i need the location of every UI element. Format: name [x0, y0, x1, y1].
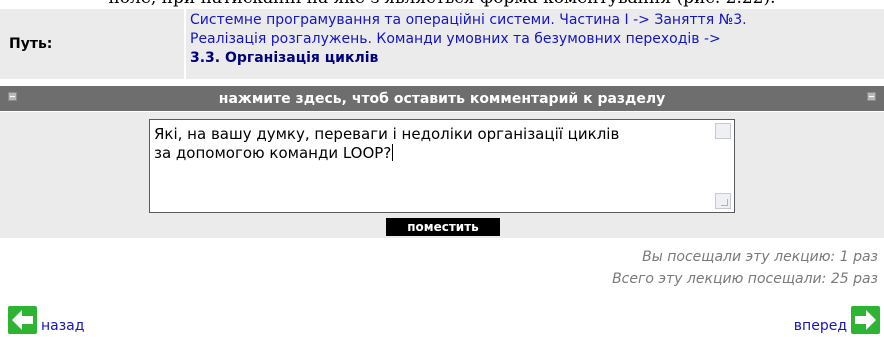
breadcrumb-current-section: 3.3. Організація циклів: [190, 50, 379, 66]
forward-label[interactable]: вперед: [794, 318, 847, 334]
scrollbar-up-button[interactable]: [715, 123, 731, 139]
visit-count-total: Всего эту лекцию посещали: 25 раз: [612, 271, 878, 287]
visit-stats: Вы посещали эту лекцию: 1 раз Всего эту …: [612, 246, 878, 290]
breadcrumb-lesson-link[interactable]: Реалізація розгалужень. Команди умовних …: [190, 31, 721, 47]
cut-off-heading-text: поле, при натисканні на яке з'являється …: [0, 0, 884, 8]
comment-textarea[interactable]: Які, на вашу думку, переваги і недоліки …: [149, 119, 735, 213]
breadcrumb-course-link[interactable]: Системне програмування та операційні сис…: [190, 12, 747, 28]
back-label[interactable]: назад: [41, 318, 84, 334]
visit-count-you: Вы посещали эту лекцию: 1 раз: [642, 249, 878, 265]
path-label: Путь:: [0, 9, 184, 79]
minimize-icon[interactable]: [867, 92, 876, 101]
text-caret: [392, 144, 394, 161]
breadcrumb-trail: Системне програмування та операційні сис…: [186, 9, 884, 79]
resize-handle-icon[interactable]: [715, 193, 731, 209]
submit-comment-button[interactable]: поместить: [386, 218, 500, 236]
comment-textarea-value[interactable]: Які, на вашу думку, переваги і недоліки …: [154, 125, 710, 163]
forward-link[interactable]: вперед: [790, 306, 880, 334]
arrow-right-icon[interactable]: [851, 306, 880, 334]
back-link[interactable]: назад: [8, 306, 88, 334]
comment-form: Які, на вашу думку, переваги і недоліки …: [0, 112, 884, 238]
breadcrumb: Путь: Системне програмування та операцій…: [0, 9, 884, 79]
minimize-icon[interactable]: [8, 92, 17, 101]
comment-bar-title[interactable]: нажмите здесь, чтоб оставить комментарий…: [219, 91, 665, 107]
arrow-left-icon[interactable]: [8, 306, 37, 334]
comment-toggle-bar[interactable]: нажмите здесь, чтоб оставить комментарий…: [0, 86, 884, 111]
